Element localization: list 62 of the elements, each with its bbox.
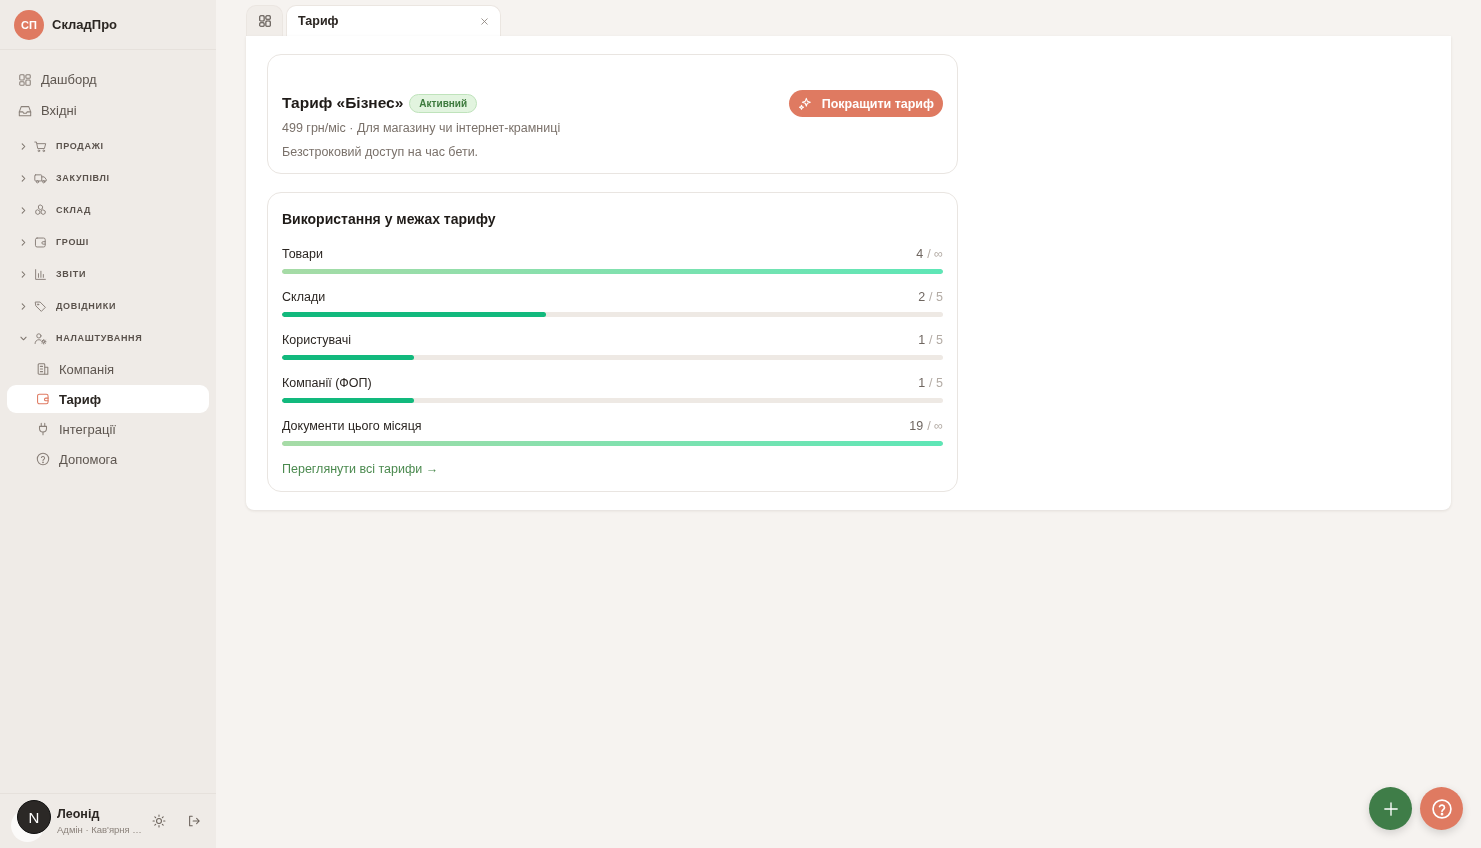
usage-count: 2 xyxy=(918,289,926,305)
usage-label: Документи цього місяця xyxy=(282,418,422,434)
usage-label: Товари xyxy=(282,246,323,262)
bar-chart-icon xyxy=(34,267,47,281)
nav-group[interactable]: ДОВІДНИКИ xyxy=(7,290,209,322)
nav-group[interactable]: СКЛАД xyxy=(7,194,209,226)
usage-label: Компанії (ФОП) xyxy=(282,375,372,391)
usage-label: Користувачі xyxy=(282,332,351,348)
usage-title: Використання у межах тарифу xyxy=(282,210,497,228)
sparkle-icon xyxy=(797,96,812,111)
user-name: Леонід xyxy=(57,806,100,821)
nav-item[interactable]: Допомога xyxy=(7,444,209,474)
tab[interactable] xyxy=(246,5,283,36)
nav-item[interactable]: Тариф xyxy=(7,385,209,413)
grid-icon xyxy=(257,14,272,28)
usage-limit: / 5 xyxy=(929,289,943,305)
all-plans-link[interactable]: Переглянути всі тарифи → xyxy=(282,461,439,477)
plan-note: Безстроковий доступ на час бети. xyxy=(282,145,480,159)
sun-icon xyxy=(151,814,166,828)
nav-group[interactable]: ЗАКУПІВЛІ xyxy=(7,162,209,194)
nav-item[interactable]: Компанія xyxy=(7,354,209,384)
tag-icon xyxy=(34,299,47,313)
usage-count: 1 xyxy=(918,332,926,348)
nav-item[interactable]: Інтеграції xyxy=(7,414,209,444)
usage-limit: / 5 xyxy=(929,375,943,391)
plan-price: 499 грн/міс · Для магазину чи інтернет-крамниці xyxy=(282,121,561,135)
cart-icon xyxy=(34,139,47,153)
close-icon xyxy=(478,15,490,27)
help-button[interactable] xyxy=(1420,787,1463,830)
logout-icon xyxy=(186,814,201,828)
question-icon xyxy=(36,452,50,466)
grid-icon xyxy=(18,72,32,87)
usage-count: 4 xyxy=(916,246,924,262)
plan-title: Тариф «Бізнес» xyxy=(282,94,404,112)
question-icon xyxy=(1430,797,1453,820)
user-role: Адмін · Кав'ярня … xyxy=(57,823,142,836)
inbox-icon xyxy=(18,103,32,118)
usage-label: Склади xyxy=(282,289,326,305)
building-icon xyxy=(36,362,50,376)
wallet-icon xyxy=(36,392,50,406)
status-badge: Активний xyxy=(409,93,478,113)
nav-group[interactable]: ПРОДАЖІ xyxy=(7,130,209,162)
app-name: СкладПро xyxy=(52,17,118,32)
usage-count: 1 xyxy=(918,375,926,391)
usage-count: 19 xyxy=(909,418,924,434)
nav-group[interactable]: ГРОШІ xyxy=(7,226,209,258)
tab[interactable]: Тариф xyxy=(286,5,501,36)
usage-limit: / ∞ xyxy=(927,246,943,262)
nav-group[interactable]: ЗВІТИ xyxy=(7,258,209,290)
logo-mark: СП xyxy=(14,9,44,40)
nav-item[interactable]: Вхідні xyxy=(7,95,209,126)
cubes-icon xyxy=(34,203,47,217)
truck-icon xyxy=(34,171,47,185)
usage-limit: / ∞ xyxy=(927,418,943,434)
nav-group[interactable]: НАЛАШТУВАННЯ xyxy=(7,322,209,354)
user-gear-icon xyxy=(34,331,47,345)
usage-limit: / 5 xyxy=(929,332,943,348)
nav-item[interactable]: Дашборд xyxy=(7,64,209,95)
plug-icon xyxy=(36,422,50,436)
plus-icon xyxy=(1381,799,1400,818)
wallet-icon xyxy=(34,235,47,249)
add-button[interactable] xyxy=(1369,787,1412,830)
